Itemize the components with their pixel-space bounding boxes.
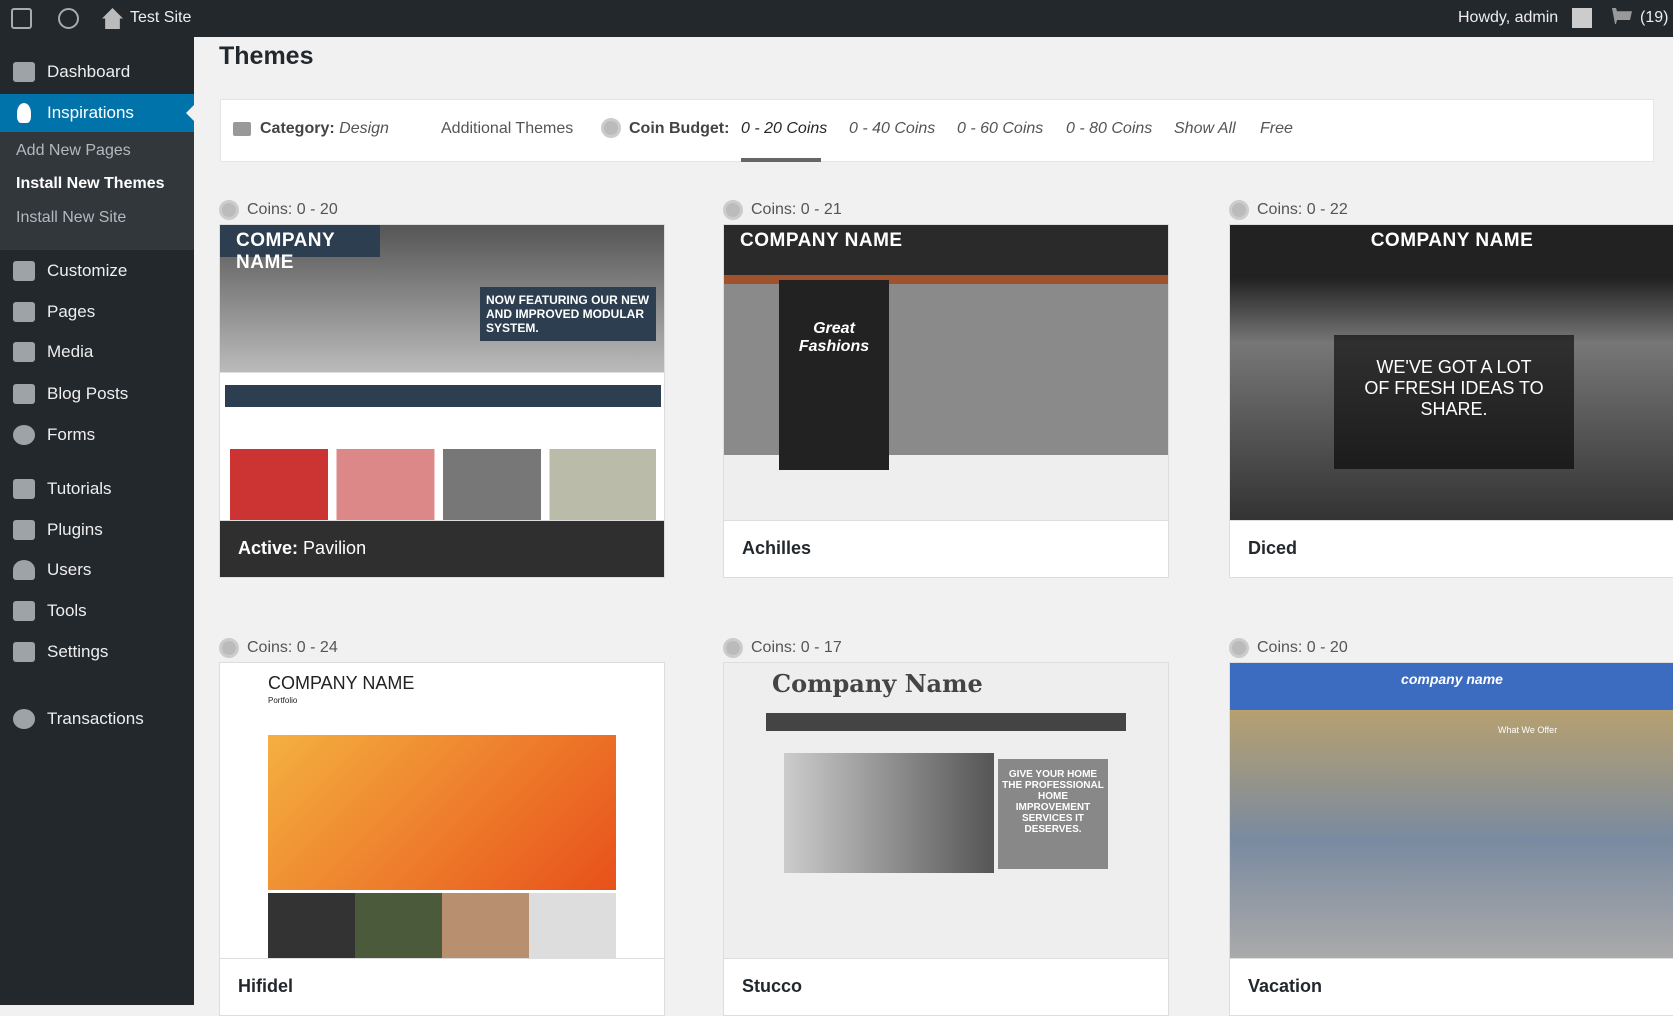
sidebar-item-blog-posts[interactable]: Blog Posts bbox=[0, 375, 194, 413]
coin-budget-label: Coin Budget: bbox=[629, 120, 730, 137]
dashboard-icon bbox=[13, 62, 35, 82]
coin-icon bbox=[723, 200, 743, 220]
coin-icon bbox=[723, 638, 743, 658]
admin-sidebar: Dashboard Inspirations Add New Pages Ins… bbox=[0, 37, 194, 1005]
theme-caption: Hifidel bbox=[219, 959, 665, 1016]
sidebar-item-tools[interactable]: Tools bbox=[0, 592, 194, 630]
budget-option-0-20[interactable]: 0 - 20 Coins bbox=[741, 120, 827, 138]
coin-icon bbox=[601, 118, 621, 138]
theme-filter-bar: Category: Design Additional Themes Coin … bbox=[220, 99, 1654, 162]
cart-icon[interactable] bbox=[1612, 8, 1632, 24]
sidebar-item-customize[interactable]: Customize bbox=[0, 252, 194, 290]
submenu-install-new-themes[interactable]: Install New Themes bbox=[16, 175, 165, 193]
budget-option-show-all[interactable]: Show All bbox=[1174, 120, 1236, 138]
admin-bar: Test Site Howdy, admin (19) bbox=[0, 0, 1673, 37]
budget-option-0-40[interactable]: 0 - 40 Coins bbox=[849, 120, 935, 138]
sidebar-item-tutorials[interactable]: Tutorials bbox=[0, 470, 194, 508]
sidebar-item-dashboard[interactable]: Dashboard bbox=[0, 53, 194, 91]
budget-option-free[interactable]: Free bbox=[1260, 120, 1293, 138]
budget-option-0-60[interactable]: 0 - 60 Coins bbox=[957, 120, 1043, 138]
sidebar-item-transactions[interactable]: Transactions bbox=[0, 700, 194, 738]
graduation-cap-icon bbox=[13, 479, 35, 499]
wordpress-logo-icon[interactable] bbox=[58, 8, 79, 29]
sidebar-item-users[interactable]: Users bbox=[0, 551, 194, 589]
theme-caption: Stucco bbox=[723, 959, 1169, 1016]
home-icon bbox=[102, 8, 123, 29]
boldgrid-logo-icon[interactable] bbox=[11, 8, 32, 29]
submenu-add-new-pages[interactable]: Add New Pages bbox=[16, 142, 131, 160]
theme-screenshot[interactable]: COMPANY NAME WE'VE GOT A LOT OF FRESH ID… bbox=[1229, 224, 1673, 521]
sidebar-item-inspirations[interactable]: Inspirations bbox=[0, 94, 194, 132]
theme-screenshot[interactable]: COMPANY NAME Great Fashions bbox=[723, 224, 1169, 521]
theme-screenshot[interactable]: Company Name GIVE YOUR HOME THE PROFESSI… bbox=[723, 662, 1169, 959]
forms-icon bbox=[13, 425, 35, 445]
pin-icon bbox=[13, 384, 35, 404]
sidebar-item-plugins[interactable]: Plugins bbox=[0, 511, 194, 549]
page-title: Themes bbox=[219, 42, 314, 70]
inspirations-submenu: Add New Pages Install New Themes Install… bbox=[0, 132, 194, 250]
theme-caption: Achilles bbox=[723, 521, 1169, 578]
coins-label: Coins: 0 - 21 bbox=[751, 201, 842, 218]
pages-icon bbox=[13, 302, 35, 322]
coins-label: Coins: 0 - 20 bbox=[247, 201, 338, 218]
theme-screenshot[interactable]: COMPANY NAME Portfolio bbox=[219, 662, 665, 959]
wrench-icon bbox=[13, 601, 35, 621]
submenu-install-new-site[interactable]: Install New Site bbox=[16, 209, 126, 227]
coins-label: Coins: 0 - 20 bbox=[1257, 639, 1348, 656]
current-arrow bbox=[178, 105, 194, 121]
theme-caption: Diced bbox=[1229, 521, 1673, 578]
plug-icon bbox=[13, 520, 35, 540]
coin-icon bbox=[219, 200, 239, 220]
additional-themes-link[interactable]: Additional Themes bbox=[441, 120, 573, 138]
avatar[interactable] bbox=[1572, 8, 1592, 28]
coins-label: Coins: 0 - 17 bbox=[751, 639, 842, 656]
user-icon bbox=[13, 560, 35, 580]
sidebar-item-media[interactable]: Media bbox=[0, 333, 194, 371]
paintbrush-icon bbox=[13, 261, 35, 281]
settings-icon bbox=[13, 642, 35, 662]
coin-icon bbox=[1229, 200, 1249, 220]
sidebar-item-settings[interactable]: Settings bbox=[0, 633, 194, 671]
howdy-link[interactable]: Howdy, admin bbox=[1458, 9, 1558, 27]
cart-count[interactable]: (19) bbox=[1640, 9, 1668, 27]
theme-caption: Active: Pavilion bbox=[219, 521, 665, 578]
coin-icon bbox=[219, 638, 239, 658]
coins-label: Coins: 0 - 24 bbox=[247, 639, 338, 656]
sidebar-item-pages[interactable]: Pages bbox=[0, 293, 194, 331]
coin-icon bbox=[1229, 638, 1249, 658]
folder-icon bbox=[233, 122, 251, 136]
theme-screenshot[interactable]: company name What We Offer bbox=[1229, 662, 1673, 959]
theme-caption: Vacation bbox=[1229, 959, 1673, 1016]
media-icon bbox=[13, 342, 35, 362]
sidebar-item-forms[interactable]: Forms bbox=[0, 416, 194, 454]
category-filter[interactable]: Category: Design bbox=[260, 120, 389, 138]
coins-label: Coins: 0 - 22 bbox=[1257, 201, 1348, 218]
selected-underline bbox=[741, 158, 821, 162]
theme-screenshot[interactable]: COMPANY NAME NOW FEATURING OUR NEW AND I… bbox=[219, 224, 665, 521]
budget-option-0-80[interactable]: 0 - 80 Coins bbox=[1066, 120, 1152, 138]
site-name-link[interactable]: Test Site bbox=[130, 9, 191, 27]
coin-icon bbox=[13, 709, 35, 729]
lightbulb-icon bbox=[17, 103, 31, 123]
